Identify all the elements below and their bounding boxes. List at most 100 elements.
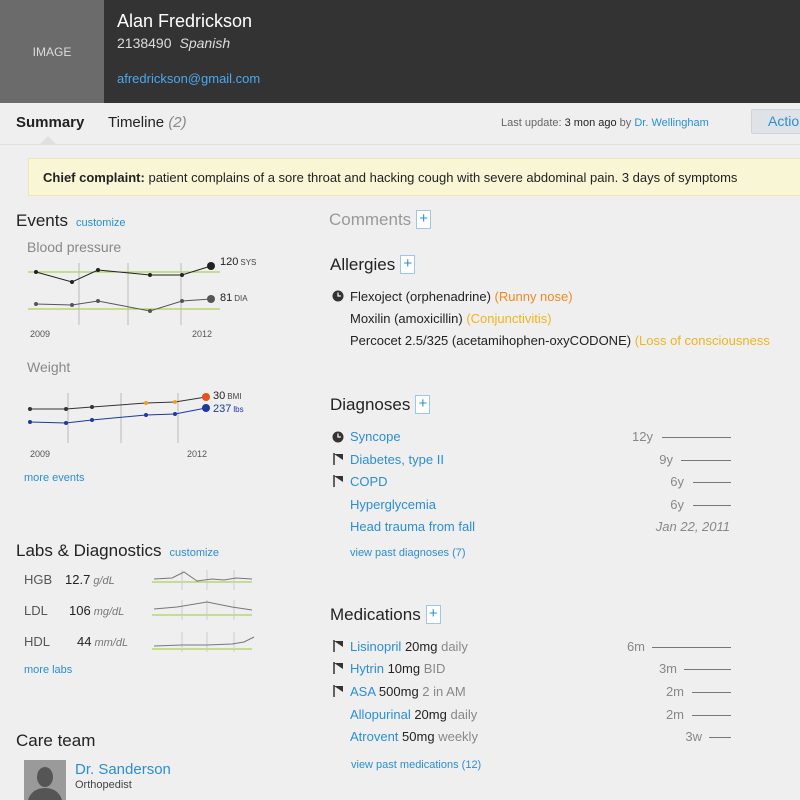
blood-pressure-title: Blood pressure	[27, 239, 122, 255]
flag-icon	[333, 662, 343, 674]
add-comment-button[interactable]: +	[416, 210, 432, 229]
lab-unit: mm/dL	[94, 637, 129, 649]
medication-dose: 20mg	[404, 639, 438, 654]
flag-icon	[333, 685, 343, 697]
medication-name-link[interactable]: Lisinopril	[350, 639, 401, 654]
bmi-point	[64, 407, 68, 411]
dia-value-label: 81 DIA	[220, 292, 248, 304]
lab-value: 12.7 g/dL	[65, 572, 115, 587]
clock-icon	[332, 290, 344, 302]
labs-section-title: Labs & Diagnostics customize	[16, 541, 219, 561]
medication-item[interactable]: Hytrin 10mg BID	[350, 661, 445, 676]
lbs-point	[173, 412, 177, 416]
patient-id: 2138490	[117, 35, 172, 51]
tab-timeline-label: Timeline	[108, 114, 165, 131]
allergy-item[interactable]: Moxilin (amoxicillin) (Conjunctivitis)	[350, 311, 552, 326]
diagnosis-link[interactable]: Head trauma from fall	[350, 519, 475, 534]
add-allergy-button[interactable]: +	[400, 255, 416, 274]
allergy-reaction: (Loss of consciousness	[634, 333, 770, 348]
allergy-item[interactable]: Percocet 2.5/325 (acetamihophen-oxyCODON…	[350, 333, 770, 348]
medication-name-link[interactable]: ASA	[350, 684, 375, 699]
active-tab-caret	[40, 136, 56, 144]
last-update-by: by	[619, 117, 632, 129]
tab-summary[interactable]: Summary	[16, 114, 84, 131]
diagnosis-date: Jan 22, 2011	[655, 519, 730, 534]
add-medication-button[interactable]: +	[425, 605, 441, 624]
patient-name: Alan Fredrickson	[117, 11, 253, 31]
events-customize-link[interactable]: customize	[76, 217, 126, 229]
allergies-title: Allergies	[330, 255, 396, 274]
medication-name-link[interactable]: Hytrin	[350, 661, 384, 676]
dia-point	[148, 309, 152, 313]
sys-point	[180, 273, 184, 277]
medication-name-link[interactable]: Atrovent	[350, 729, 398, 744]
diagnosis-link[interactable]: COPD	[350, 474, 388, 489]
patient-photo: IMAGE	[0, 0, 104, 103]
medication-duration-bar	[652, 647, 731, 648]
view-past-diagnoses-link[interactable]: view past diagnoses (7)	[350, 547, 466, 559]
medication-frequency: 2 in AM	[422, 684, 466, 699]
patient-meta: 2138490 Spanish	[117, 35, 230, 51]
lab-name: LDL	[24, 603, 48, 618]
lab-unit: g/dL	[93, 575, 115, 587]
labs-title: Labs & Diagnostics	[16, 541, 162, 560]
diagnoses-header: Diagnoses +	[330, 395, 431, 415]
last-update-doctor-link[interactable]: Dr. Wellingham	[634, 117, 708, 129]
lab-value: 44 mm/dL	[77, 634, 128, 649]
weight-sparkline	[28, 393, 210, 443]
ldl-series	[153, 601, 253, 611]
weight-axis-start: 2009	[30, 449, 51, 459]
bmi-point	[28, 407, 32, 411]
tab-timeline[interactable]: Timeline (2)	[108, 114, 187, 131]
lab-number: 44	[77, 634, 92, 649]
last-update-label: Last update:	[501, 117, 562, 129]
more-labs-link[interactable]: more labs	[24, 664, 72, 676]
diagnosis-link[interactable]: Diabetes, type II	[350, 452, 444, 467]
medication-item[interactable]: Atrovent 50mg weekly	[350, 729, 478, 744]
allergy-reaction: (Conjunctivitis)	[466, 311, 552, 326]
chief-complaint-banner: Chief complaint: patient complains of a …	[28, 158, 800, 196]
care-team-member-link[interactable]: Dr. Sanderson	[75, 761, 171, 778]
medication-dose: 10mg	[387, 661, 421, 676]
allergy-item[interactable]: Flexoject (orphenadrine) (Runny nose)	[350, 289, 573, 304]
actions-button[interactable]: Actio	[751, 109, 800, 134]
dia-point	[70, 303, 74, 307]
medication-item[interactable]: Lisinopril 20mg daily	[350, 639, 468, 654]
medication-age: 2m	[665, 684, 684, 699]
allergy-drug: Percocet 2.5/325 (acetamihophen-oxyCODON…	[350, 333, 632, 348]
diagnosis-link[interactable]: Syncope	[350, 429, 401, 444]
add-diagnosis-button[interactable]: +	[415, 395, 431, 414]
labs-customize-link[interactable]: customize	[170, 547, 220, 559]
patient-header: IMAGE Alan Fredrickson 2138490 Spanish af…	[0, 0, 800, 103]
hgb-sparkline	[152, 570, 253, 590]
medication-dose: 500mg	[378, 684, 419, 699]
flag-icon	[333, 475, 343, 487]
blood-pressure-sparkline	[28, 262, 220, 325]
flag-icon	[333, 640, 343, 652]
more-events-link[interactable]: more events	[24, 472, 85, 484]
medication-name-link[interactable]: Allopurinal	[350, 707, 411, 722]
sys-series	[35, 265, 212, 283]
comments-header: Comments +	[329, 210, 432, 230]
view-past-medications-link[interactable]: view past medications (12)	[351, 759, 481, 771]
sys-value: 120	[220, 256, 239, 268]
events-section-title: Events customize	[16, 211, 126, 231]
medication-duration-bar	[692, 692, 731, 693]
patient-email-link[interactable]: afredrickson@gmail.com	[117, 71, 260, 86]
medication-frequency: daily	[441, 639, 468, 654]
events-title: Events	[16, 211, 68, 230]
allergy-drug: Flexoject (orphenadrine)	[350, 289, 491, 304]
medications-title: Medications	[330, 605, 421, 624]
diagnosis-link[interactable]: Hyperglycemia	[350, 497, 436, 512]
dia-point	[34, 302, 38, 306]
hdl-sparkline	[152, 632, 255, 652]
dia-point	[180, 299, 184, 303]
lbs-value-label: 237 lbs	[213, 403, 244, 415]
medication-age: 6m	[626, 639, 645, 654]
weight-axis-end: 2012	[187, 449, 208, 459]
sys-latest-point	[207, 262, 215, 270]
medication-item[interactable]: Allopurinal 20mg daily	[350, 707, 477, 722]
medication-frequency: BID	[423, 661, 446, 676]
medication-item[interactable]: ASA 500mg 2 in AM	[350, 684, 466, 699]
lbs-latest-point	[202, 404, 210, 412]
